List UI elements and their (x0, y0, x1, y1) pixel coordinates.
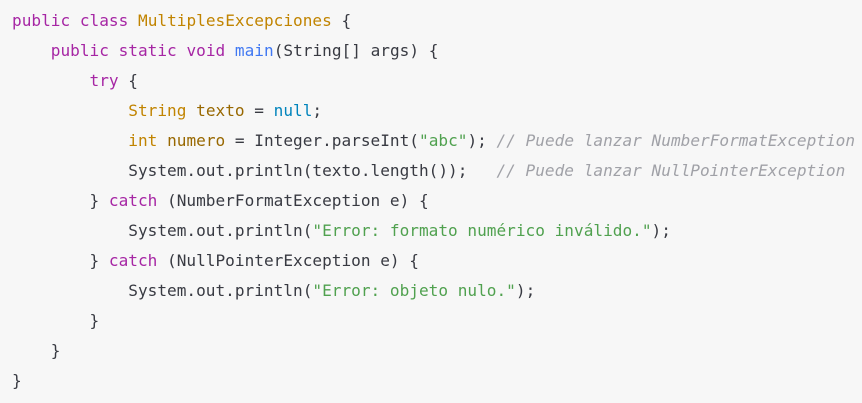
code-keyword: public (12, 11, 71, 30)
code-keyword: static (118, 41, 177, 60)
code-line: String texto = null; (12, 96, 862, 126)
code-keyword: class (79, 11, 129, 30)
code-keyword: void (186, 41, 226, 60)
code-identifier: numero (167, 131, 226, 150)
code-keyword: public (50, 41, 109, 60)
code-text: (String[] args) { (273, 41, 439, 60)
code-function: main (234, 41, 274, 60)
code-string: "abc" (419, 131, 468, 150)
code-keyword: catch (108, 251, 158, 270)
code-line: public static void main(String[] args) { (12, 36, 862, 66)
code-text: ); (651, 221, 671, 240)
code-text: } (50, 341, 61, 360)
code-line: } (12, 366, 862, 396)
code-type: MultiplesExcepciones (138, 11, 332, 30)
code-line: } catch (NullPointerException e) { (12, 246, 862, 276)
code-text: System.out.println(texto.length()); (128, 161, 497, 180)
code-line: } (12, 336, 862, 366)
code-text: { (118, 71, 138, 90)
code-text: ); (467, 131, 497, 150)
code-text: = (244, 101, 274, 120)
code-line: } catch (NumberFormatException e) { (12, 186, 862, 216)
code-string: "Error: objeto nulo." (312, 281, 516, 300)
code-string: "Error: formato numérico inválido." (312, 221, 652, 240)
code-lines: public class MultiplesExcepciones { publ… (12, 6, 862, 396)
code-line: } (12, 306, 862, 336)
code-line: System.out.println("Error: formato numér… (12, 216, 862, 246)
code-comment: // Puede lanzar NullPointerException (496, 161, 846, 180)
code-text: } (89, 191, 109, 210)
code-line: int numero = Integer.parseInt("abc"); //… (12, 126, 862, 156)
code-line: System.out.println("Error: objeto nulo."… (12, 276, 862, 306)
code-text: System.out.println( (128, 281, 313, 300)
code-text: } (89, 311, 100, 330)
code-text: (NumberFormatException e) { (157, 191, 429, 210)
code-identifier: texto (196, 101, 245, 120)
code-block: public class MultiplesExcepciones { publ… (0, 0, 862, 403)
code-line: System.out.println(texto.length()); // P… (12, 156, 862, 186)
code-text: ; (312, 101, 323, 120)
code-keyword: try (89, 71, 119, 90)
code-comment: // Puede lanzar NumberFormatException (496, 131, 856, 150)
code-text: (NullPointerException e) { (157, 251, 419, 270)
code-literal: null (273, 101, 313, 120)
code-keyword: catch (108, 191, 158, 210)
code-type: String (128, 101, 187, 120)
code-text: System.out.println( (128, 221, 313, 240)
code-type: int (128, 131, 158, 150)
code-line: public class MultiplesExcepciones { (12, 6, 862, 36)
code-text: } (12, 371, 22, 390)
code-text: } (89, 251, 109, 270)
code-text: = Integer.parseInt( (225, 131, 419, 150)
code-line: try { (12, 66, 862, 96)
code-text: ); (515, 281, 536, 300)
code-text: { (331, 11, 352, 30)
